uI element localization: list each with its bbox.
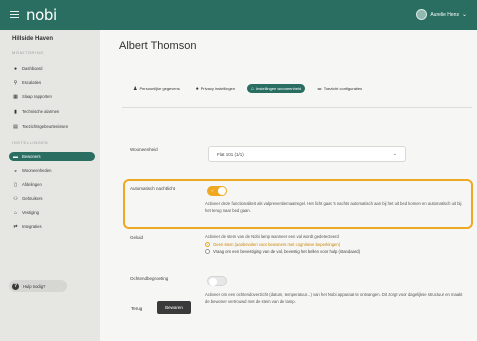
tab-label: Persoonlijke gegevens [139, 86, 180, 91]
sliders-icon: ⚌ [317, 85, 322, 92]
location-name: Hillside Haven [12, 36, 54, 42]
tab-instellingen-wooneenheid[interactable]: ⌂ Instellingen wooneenheid [247, 84, 306, 93]
sidebar-item-dashboard[interactable]: ● Dashboard [9, 64, 95, 73]
sidebar: Hillside Haven MONITORING ● Dashboard ⚲ … [0, 30, 100, 341]
home-icon: ⌂ [13, 209, 18, 216]
radio-button-checked[interactable] [205, 242, 210, 247]
privacy-icon: ● [195, 85, 199, 92]
tab-persoonlijke-gegevens[interactable]: ♟ Persoonlijke gegevens [129, 84, 184, 93]
table-icon: ▤ [13, 123, 18, 130]
ochtend-label: Ochtendbegroeting [130, 276, 169, 281]
nobi-logo[interactable]: nobi [26, 6, 57, 24]
sidebar-item-wooneenheden[interactable]: ◒ Wooneenheden [9, 166, 95, 175]
wooneenheid-label: Wooneenheid [130, 147, 158, 152]
settings-tabs: ♟ Persoonlijke gegevens ● Privacy instel… [129, 84, 366, 93]
nachtlicht-label: Automatisch nachtlicht [130, 186, 176, 191]
divider [122, 107, 472, 108]
main-content: Albert Thomson ♟ Persoonlijke gegevens ●… [100, 30, 477, 341]
sidebar-item-label: Gebruikers [22, 196, 43, 201]
hamburger-menu-icon[interactable] [10, 11, 19, 18]
instellingen-section-header: INSTELLINGEN [12, 140, 49, 145]
dashboard-icon: ● [13, 65, 18, 72]
sidebar-item-afdelingen[interactable]: ▯ Afdelingen [9, 180, 95, 189]
unit-icon: ◒ [13, 167, 18, 174]
top-bar: nobi Aurelie Hens ⌄ [0, 0, 477, 30]
building-icon: ▯ [14, 181, 17, 188]
sidebar-item-label: Wooneenheden [22, 168, 52, 173]
help-icon: ? [12, 282, 19, 290]
chevron-down-icon: ⌄ [461, 12, 467, 18]
sidebar-item-label: Dashboard [22, 66, 43, 71]
wooneenheid-select[interactable]: Flat 101 (1/1) ⌄ [208, 146, 406, 162]
radio-label: Geen stem (aanbevolen voor bewoners met … [213, 242, 341, 247]
toggle-knob [209, 277, 217, 286]
device-icon: ▮ [14, 108, 17, 115]
user-name: Aurelie Hens [430, 11, 459, 18]
nachtlicht-toggle[interactable]: ✓ [207, 186, 227, 196]
sidebar-item-label: Toezichtsgebeurtenissen [22, 124, 69, 129]
sidebar-item-label: Technische alarmen [22, 109, 60, 114]
sidebar-item-integraties[interactable]: ⇄ Integraties [9, 222, 95, 231]
sidebar-item-technische-alarmen[interactable]: ▮ Technische alarmen [9, 107, 95, 116]
geluid-label: Geluid [130, 235, 144, 240]
monitoring-section-header: MONITORING [12, 50, 44, 55]
page-title: Albert Thomson [119, 40, 197, 52]
back-button[interactable]: Terug [131, 306, 142, 311]
wooneenheid-value: Flat 101 (1/1) [217, 151, 244, 157]
sidebar-item-escalaties[interactable]: ⚲ Escalaties [9, 78, 95, 87]
sidebar-item-label: Escalaties [22, 80, 42, 85]
sidebar-item-toezichtsgebeurtenissen[interactable]: ▤ Toezichtsgebeurtenissen [9, 122, 95, 131]
ochtend-toggle[interactable] [207, 276, 227, 286]
ochtend-description: Activeer om een ochtendoverzicht (datum,… [205, 292, 463, 304]
nachtlicht-description: Activeer deze functionaliteit als valpre… [205, 201, 462, 213]
sidebar-item-label: Bewoners [22, 154, 41, 159]
chevron-down-icon: ⌄ [392, 151, 397, 157]
avatar [416, 9, 428, 20]
help-button[interactable]: ? Hulp nodig? [9, 280, 67, 292]
pin-icon: ⚲ [13, 79, 18, 86]
tab-privacy-instellingen[interactable]: ● Privacy instellingen [192, 84, 239, 93]
sidebar-item-vestiging[interactable]: ⌂ Vestiging [9, 208, 95, 217]
sidebar-item-gebruikers[interactable]: ⚇ Gebruikers [9, 194, 95, 203]
tab-label: Privacy instellingen [200, 86, 236, 91]
geluid-description: Activeer de stem van de Nobi lamp wannee… [205, 234, 339, 239]
geluid-option-geen-stem[interactable]: Geen stem (aanbevolen voor bewoners met … [205, 242, 340, 247]
person-icon: ♟ [133, 85, 138, 92]
sidebar-item-bewoners[interactable]: ▬ Bewoners [9, 152, 95, 161]
users-icon: ⚇ [13, 195, 18, 202]
user-menu[interactable]: Aurelie Hens ⌄ [416, 9, 467, 20]
geluid-option-bevestiging[interactable]: Vraag om een bevestiging van de val, bev… [205, 249, 360, 254]
sidebar-item-slaap-rapporten[interactable]: ▦ Slaap rapporten [9, 92, 95, 101]
swap-icon: ⇄ [13, 223, 18, 230]
check-icon: ✓ [211, 188, 215, 193]
radio-button[interactable] [205, 249, 210, 254]
sidebar-item-label: Integraties [22, 224, 42, 229]
sidebar-item-label: Vestiging [22, 210, 39, 215]
radio-label: Vraag om een bevestiging van de val, bev… [213, 249, 360, 254]
tab-toezicht-configuraties[interactable]: ⚌ Toezicht configuraties [313, 84, 366, 93]
save-button[interactable]: Bewaren [157, 301, 191, 314]
help-label: Hulp nodig? [23, 283, 46, 289]
calendar-icon: ▦ [13, 93, 18, 100]
home-icon: ⌂ [251, 85, 255, 92]
tab-label: Instellingen wooneenheid [256, 86, 302, 91]
residents-icon: ▬ [13, 153, 18, 160]
sidebar-item-label: Afdelingen [22, 182, 42, 187]
tab-label: Toezicht configuraties [323, 86, 363, 91]
sidebar-item-label: Slaap rapporten [22, 94, 52, 99]
toggle-knob [218, 187, 226, 195]
